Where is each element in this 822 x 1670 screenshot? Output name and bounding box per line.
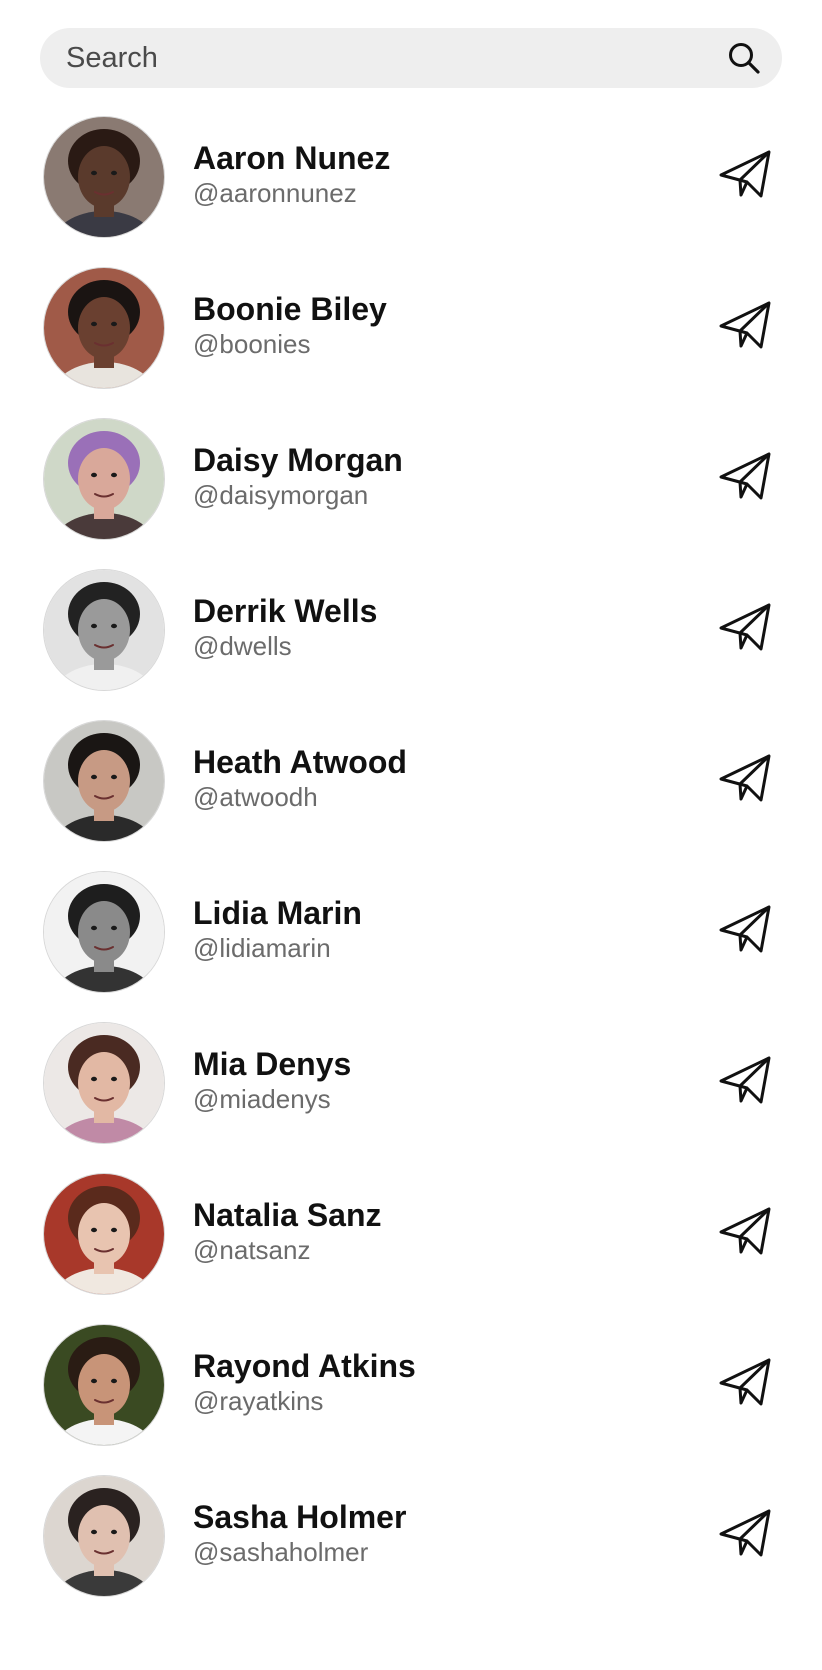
send-button[interactable] — [715, 297, 775, 353]
paper-plane-icon — [718, 753, 772, 803]
contact-name[interactable]: Natalia Sanz — [193, 1197, 382, 1233]
contact-info: Natalia Sanz @natsanz — [193, 1197, 382, 1266]
contact-handle: @sashaholmer — [193, 1537, 369, 1567]
send-button[interactable] — [715, 146, 775, 202]
avatar[interactable] — [43, 720, 165, 842]
contact-name[interactable]: Derrik Wells — [193, 593, 377, 629]
avatar[interactable] — [43, 267, 165, 389]
avatar[interactable] — [43, 116, 165, 238]
paper-plane-icon — [718, 1206, 772, 1256]
contact-handle: @dwells — [193, 631, 292, 661]
paper-plane-icon — [718, 1508, 772, 1558]
paper-plane-icon — [718, 602, 772, 652]
avatar[interactable] — [43, 871, 165, 993]
send-button[interactable] — [715, 1505, 775, 1561]
avatar-image — [44, 570, 164, 690]
send-button[interactable] — [715, 448, 775, 504]
contact-name[interactable]: Aaron Nunez — [193, 140, 390, 176]
contact-info: Mia Denys @miadenys — [193, 1046, 351, 1115]
contact-name[interactable]: Daisy Morgan — [193, 442, 403, 478]
avatar[interactable] — [43, 1022, 165, 1144]
paper-plane-icon — [718, 1055, 772, 1105]
contact-handle: @lidiamarin — [193, 933, 331, 963]
contact-row[interactable]: Boonie Biley @boonies — [0, 259, 822, 410]
avatar[interactable] — [43, 1173, 165, 1295]
contact-row[interactable]: Heath Atwood @atwoodh — [0, 712, 822, 863]
avatar-image — [44, 1023, 164, 1143]
contact-name[interactable]: Boonie Biley — [193, 291, 387, 327]
search-bar — [40, 28, 782, 88]
contact-handle: @miadenys — [193, 1084, 331, 1114]
contact-info: Heath Atwood @atwoodh — [193, 744, 407, 813]
contact-handle: @natsanz — [193, 1235, 311, 1265]
avatar[interactable] — [43, 569, 165, 691]
contact-info: Sasha Holmer @sashaholmer — [193, 1499, 406, 1568]
avatar-image — [44, 268, 164, 388]
contact-info: Lidia Marin @lidiamarin — [193, 895, 362, 964]
send-button[interactable] — [715, 1203, 775, 1259]
avatar[interactable] — [43, 1324, 165, 1446]
contact-row[interactable]: Natalia Sanz @natsanz — [0, 1165, 822, 1316]
contact-handle: @rayatkins — [193, 1386, 324, 1416]
send-button[interactable] — [715, 1354, 775, 1410]
avatar-image — [44, 419, 164, 539]
contact-row[interactable]: Lidia Marin @lidiamarin — [0, 863, 822, 1014]
contact-handle: @atwoodh — [193, 782, 318, 812]
contact-row[interactable]: Aaron Nunez @aaronnunez — [0, 108, 822, 259]
contact-info: Aaron Nunez @aaronnunez — [193, 140, 390, 209]
contact-handle: @daisymorgan — [193, 480, 369, 510]
contact-name[interactable]: Rayond Atkins — [193, 1348, 416, 1384]
search-icon[interactable] — [726, 40, 762, 76]
contact-row[interactable]: Daisy Morgan @daisymorgan — [0, 410, 822, 561]
contact-row[interactable]: Derrik Wells @dwells — [0, 561, 822, 712]
contact-handle: @boonies — [193, 329, 311, 359]
paper-plane-icon — [718, 149, 772, 199]
avatar[interactable] — [43, 1475, 165, 1597]
send-button[interactable] — [715, 599, 775, 655]
contact-row[interactable]: Rayond Atkins @rayatkins — [0, 1316, 822, 1467]
avatar[interactable] — [43, 418, 165, 540]
send-button[interactable] — [715, 1052, 775, 1108]
contact-info: Derrik Wells @dwells — [193, 593, 377, 662]
contact-handle: @aaronnunez — [193, 178, 357, 208]
contact-info: Boonie Biley @boonies — [193, 291, 387, 360]
contact-row[interactable]: Mia Denys @miadenys — [0, 1014, 822, 1165]
contact-name[interactable]: Sasha Holmer — [193, 1499, 406, 1535]
contact-info: Rayond Atkins @rayatkins — [193, 1348, 416, 1417]
paper-plane-icon — [718, 451, 772, 501]
contact-row[interactable]: Sasha Holmer @sashaholmer — [0, 1467, 822, 1618]
paper-plane-icon — [718, 1357, 772, 1407]
avatar-image — [44, 872, 164, 992]
paper-plane-icon — [718, 300, 772, 350]
contact-list: Aaron Nunez @aaronnunez Boonie Biley @booni… — [0, 108, 822, 1618]
send-button[interactable] — [715, 901, 775, 957]
avatar-image — [44, 1174, 164, 1294]
avatar-image — [44, 117, 164, 237]
contact-name[interactable]: Lidia Marin — [193, 895, 362, 931]
contact-name[interactable]: Heath Atwood — [193, 744, 407, 780]
avatar-image — [44, 721, 164, 841]
paper-plane-icon — [718, 904, 772, 954]
search-input[interactable] — [66, 41, 726, 75]
contact-name[interactable]: Mia Denys — [193, 1046, 351, 1082]
contact-info: Daisy Morgan @daisymorgan — [193, 442, 403, 511]
send-button[interactable] — [715, 750, 775, 806]
avatar-image — [44, 1325, 164, 1445]
avatar-image — [44, 1476, 164, 1596]
